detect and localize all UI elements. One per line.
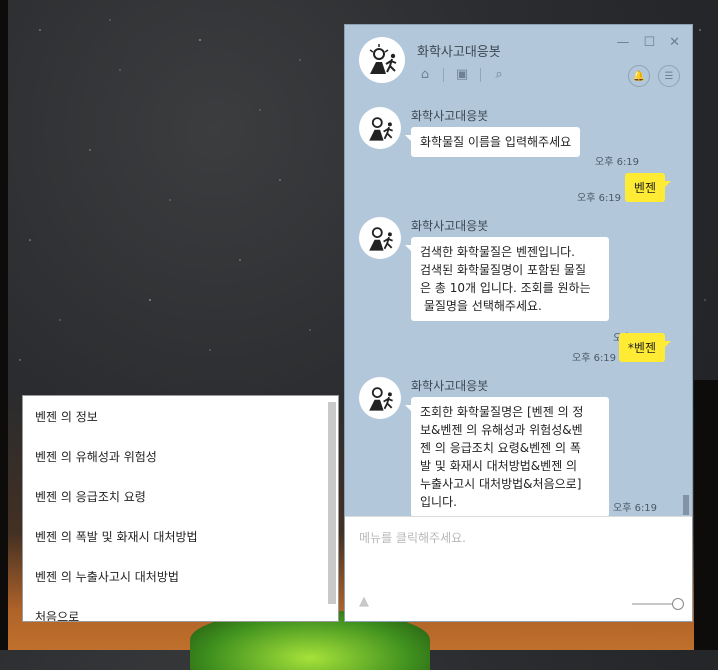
message-bubble: 화학물질 이름을 입력해주세요 (404, 127, 581, 157)
message-line: 검색된 화학물질명이 포함된 물질 (420, 263, 587, 277)
home-icon[interactable]: ⌂ (417, 67, 433, 82)
toolbar-divider (480, 68, 481, 82)
minimize-button[interactable]: — (616, 35, 629, 50)
inbox-icon[interactable]: ▣ (454, 67, 470, 82)
chemical-responder-icon (369, 387, 393, 411)
menu-item[interactable]: 처음으로 (35, 608, 79, 621)
slider-knob[interactable] (672, 598, 684, 610)
chat-window: 화학사고대응봇 ⌂ ▣ ⌕ — ☐ ✕ 🔔 ☰ 화학사고대응봇 화학물질 이름을… (344, 24, 693, 622)
sender-name: 화학사고대응봇 (411, 219, 489, 233)
tree-silhouette (0, 0, 8, 650)
menu-scrollbar[interactable] (328, 402, 336, 604)
menu-item[interactable]: 벤젠 의 정보 (35, 408, 98, 425)
menu-icon[interactable]: ☰ (658, 65, 680, 87)
chat-header: 화학사고대응봇 ⌂ ▣ ⌕ — ☐ ✕ 🔔 ☰ (345, 25, 692, 99)
chemical-responder-icon (369, 227, 393, 251)
message-line: 조회한 화학물질명은 [벤젠 의 정 (420, 405, 584, 419)
menu-item[interactable]: 벤젠 의 응급조치 요령 (35, 488, 146, 505)
message-time: 오후 6:19 (572, 353, 617, 364)
menu-item[interactable]: 벤젠 의 유해성과 위험성 (35, 448, 157, 465)
message-line: 은 총 10개 입니다. 조회를 원하는 (420, 281, 591, 295)
message-line: 누출사고시 대처방법&처음으로] (420, 477, 582, 491)
message-line: 검색한 화학물질은 벤젠입니다. (420, 245, 575, 259)
chemical-responder-icon (369, 117, 393, 141)
message-line: 발 및 화재시 대처방법&벤젠 의 (420, 459, 578, 473)
menu-item[interactable]: 벤젠 의 폭발 및 화재시 대처방법 (35, 528, 198, 545)
message-time: 오후 6:19 (613, 503, 658, 514)
quick-reply-menu: 벤젠 의 정보 벤젠 의 유해성과 위험성 벤젠 의 응급조치 요령 벤젠 의 … (22, 395, 339, 622)
window-controls: — ☐ ✕ (616, 35, 680, 50)
sender-name: 화학사고대응봇 (411, 109, 489, 123)
message-line: 물질명을 선택해주세요. (420, 299, 542, 313)
my-message-bubble: 벤젠 (624, 173, 672, 202)
message-time: 오후 6:19 (577, 193, 622, 204)
input-area: 메뉴를 클릭해주세요. ▲ (345, 516, 692, 621)
toolbar-divider (443, 68, 444, 82)
search-icon[interactable]: ⌕ (491, 67, 507, 82)
opacity-slider[interactable] (632, 598, 684, 610)
message-bubble: 조회한 화학물질명은 [벤젠 의 정보&벤젠 의 유해성과 위험성&벤젠 의 응… (405, 397, 609, 517)
message-line: 입니다. (420, 495, 457, 509)
bot-avatar[interactable] (359, 377, 401, 419)
chemical-responder-icon (369, 44, 397, 74)
image-icon[interactable]: ▲ (359, 594, 369, 609)
bot-avatar[interactable] (359, 217, 401, 259)
my-message-bubble: *벤젠 (618, 333, 672, 362)
message-bubble: 검색한 화학물질은 벤젠입니다. 검색된 화학물질명이 포함된 물질은 총 10개… (405, 237, 609, 321)
message-line: 보&벤젠 의 유해성과 위험성&벤 (420, 423, 583, 437)
bot-profile-avatar[interactable] (359, 37, 405, 83)
message-list[interactable]: 화학사고대응봇 화학물질 이름을 입력해주세요 오후 6:19 벤젠 오후 6:… (345, 99, 692, 517)
notification-bell-icon[interactable]: 🔔 (628, 65, 650, 87)
message-scrollbar[interactable] (683, 495, 689, 515)
close-button[interactable]: ✕ (669, 35, 680, 50)
tree-silhouette (694, 380, 718, 650)
message-line: 젠 의 응급조치 요령&벤젠 의 폭 (420, 441, 581, 455)
maximize-button[interactable]: ☐ (643, 35, 655, 50)
chat-title: 화학사고대응봇 (417, 45, 501, 60)
header-toolbar: ⌂ ▣ ⌕ (417, 67, 507, 82)
menu-item[interactable]: 벤젠 의 누출사고시 대처방법 (35, 568, 179, 585)
message-input[interactable]: 메뉴를 클릭해주세요. (359, 529, 466, 546)
sender-name: 화학사고대응봇 (411, 379, 489, 393)
message-time: 오후 6:19 (595, 157, 640, 168)
bot-avatar[interactable] (359, 107, 401, 149)
